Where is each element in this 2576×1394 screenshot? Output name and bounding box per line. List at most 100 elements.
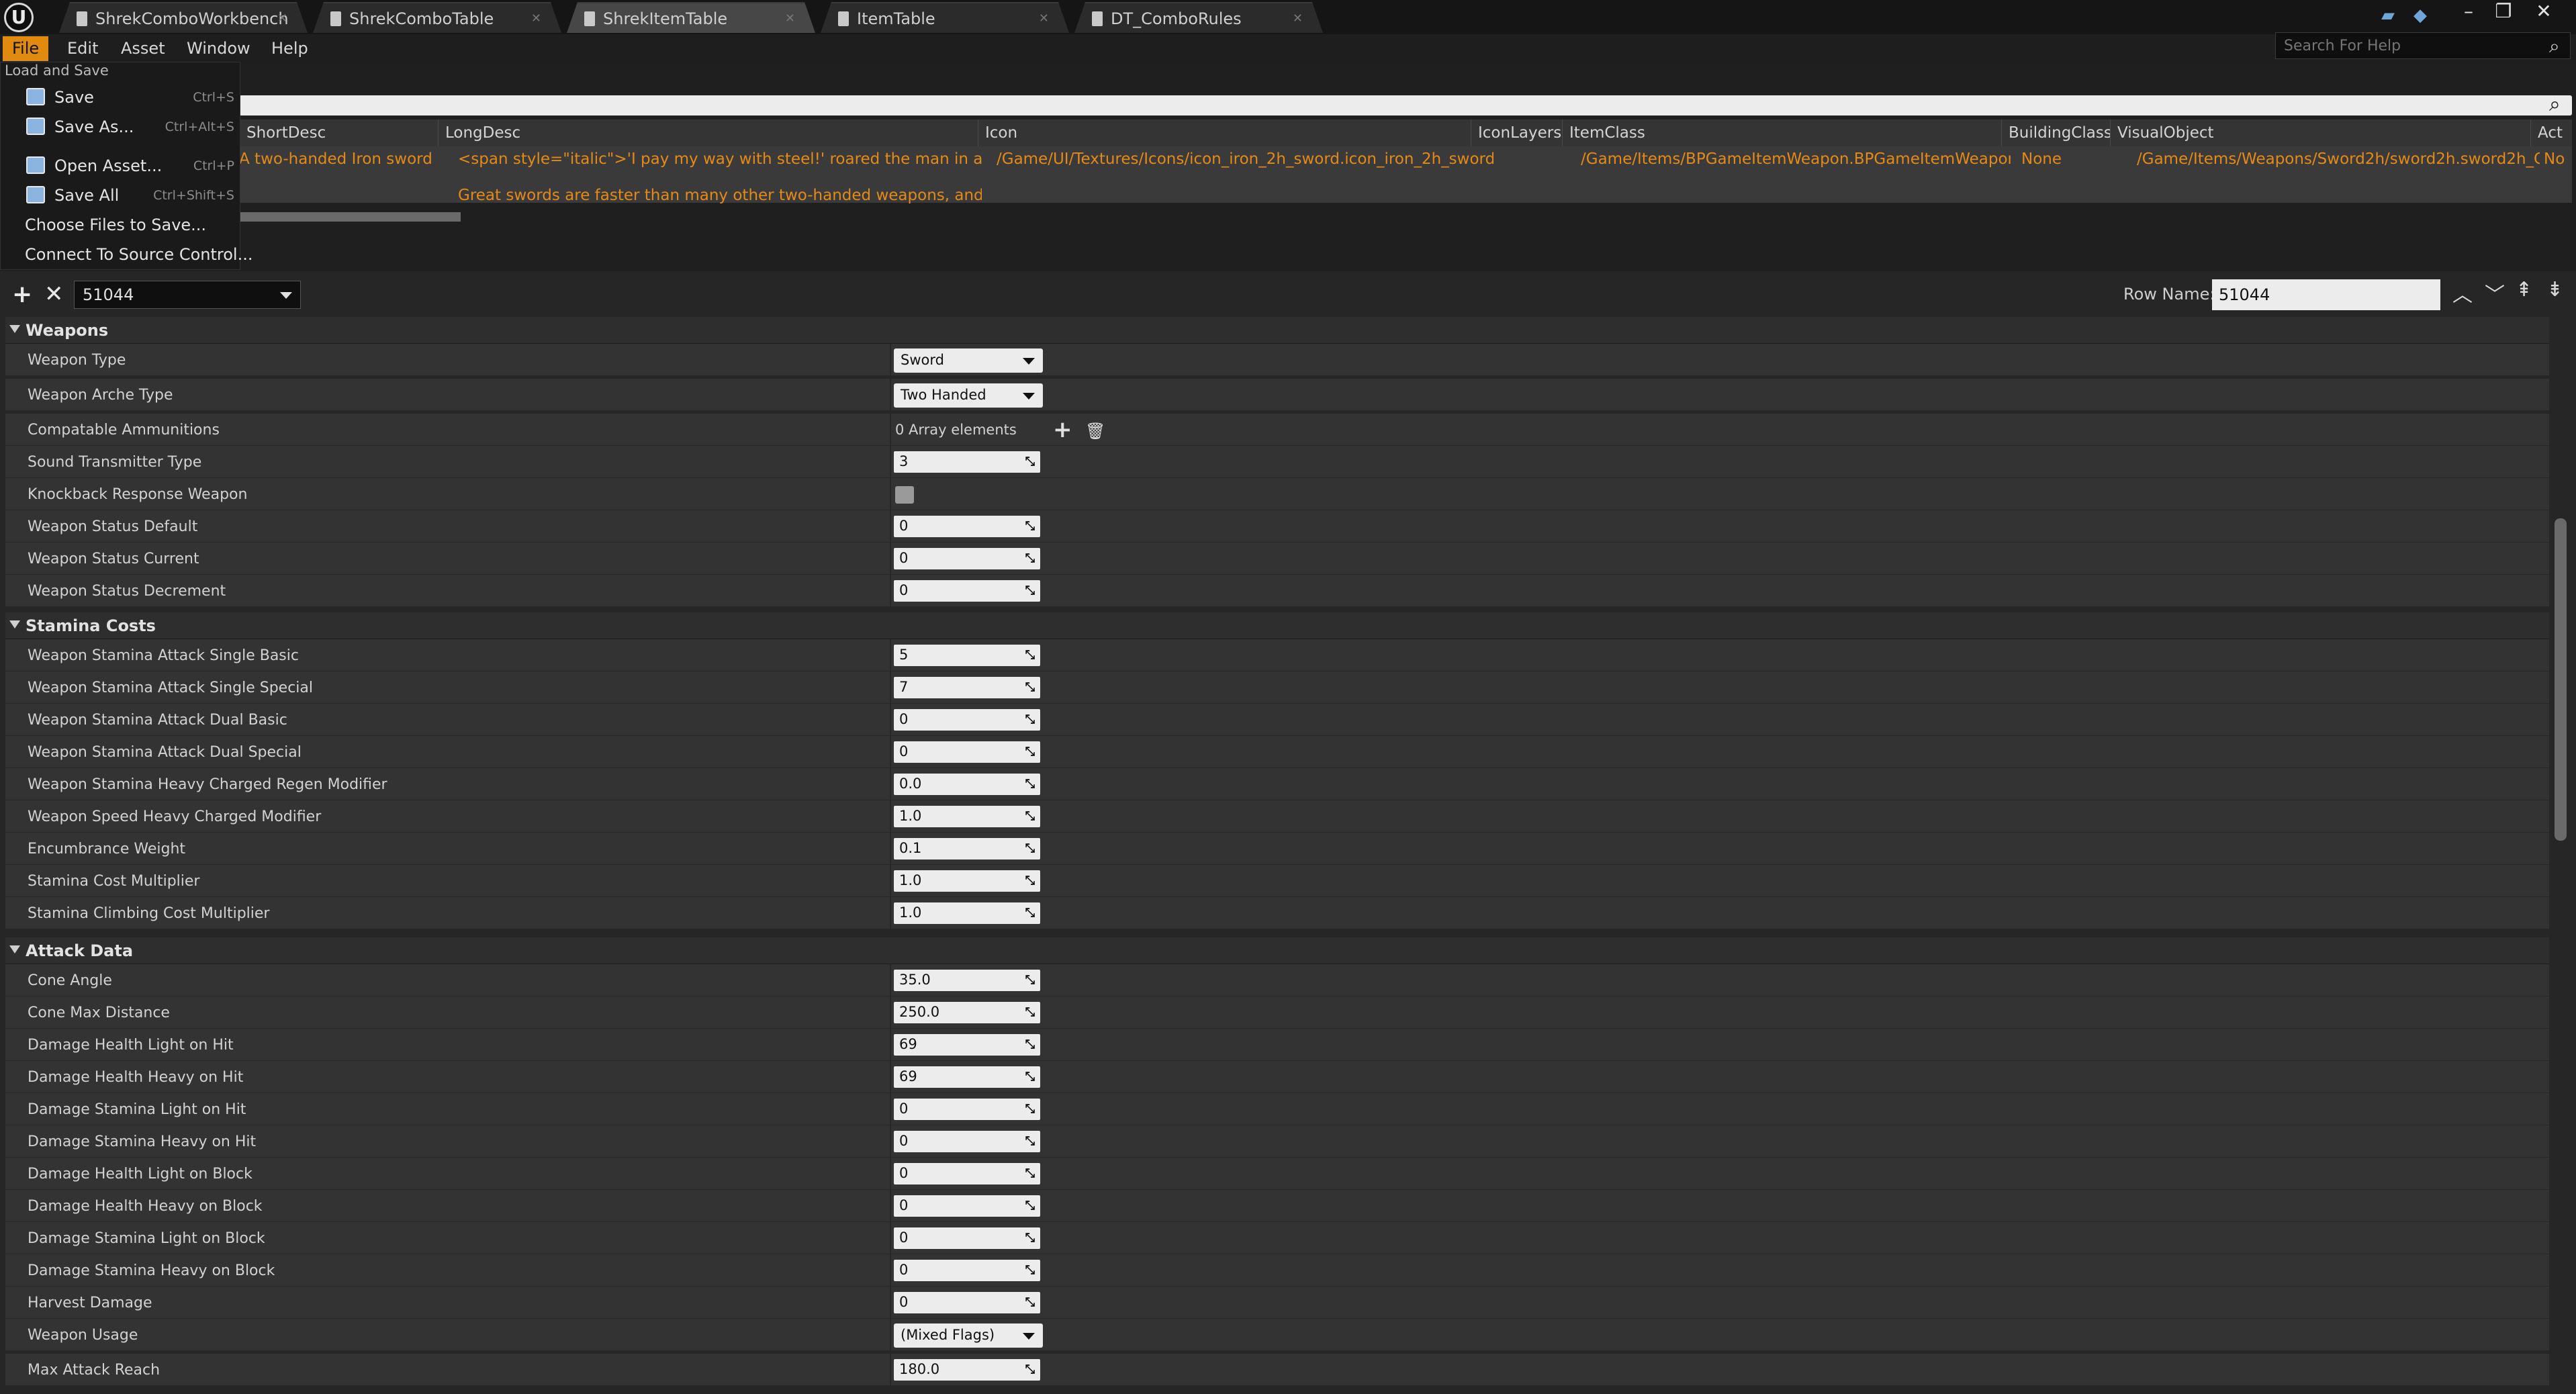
numeric-field[interactable]: 69 ⤡ [894,1066,1040,1088]
column-splitter[interactable] [890,1319,891,1351]
row-name-input[interactable] [2212,279,2440,310]
column-splitter[interactable] [890,1354,891,1386]
tab-shrek-combo-workbench[interactable]: ShrekComboWorkbench ✕ [59,2,308,33]
drag-handle-icon[interactable]: ⤡ [1025,1231,1035,1245]
column-long-desc[interactable]: LongDesc [438,120,978,146]
numeric-field[interactable]: 0 ⤡ [894,1292,1040,1313]
vertical-scrollbar[interactable] [2555,518,2567,841]
column-splitter[interactable] [890,414,891,446]
add-row-button[interactable]: + [12,281,32,308]
minimize-icon[interactable]: – [2455,1,2482,24]
menu-item-save-as[interactable]: Save As... Ctrl+Alt+S [1,113,240,140]
column-splitter[interactable] [890,1029,891,1061]
column-splitter[interactable] [890,575,891,607]
chevron-down-icon[interactable]: ﹀ [2485,278,2505,308]
drag-handle-icon[interactable]: ⤡ [1025,777,1035,791]
table-search-input[interactable] [239,95,2572,115]
drag-handle-icon[interactable]: ⤡ [1025,1070,1035,1084]
menu-edit[interactable]: Edit [58,36,107,61]
numeric-field[interactable]: 0.0 ⤡ [894,774,1040,795]
column-splitter[interactable] [890,1061,891,1093]
learn-cap-icon[interactable]: ◆ [2413,5,2427,26]
close-icon[interactable]: ✕ [1039,11,1049,26]
table-row[interactable]: A two-handed Iron sword <span style="ita… [239,146,2572,204]
drag-handle-icon[interactable]: ⤡ [1025,1295,1035,1309]
column-splitter[interactable] [890,671,891,704]
column-splitter[interactable] [890,865,891,897]
drag-handle-icon[interactable]: ⤡ [1025,906,1035,920]
numeric-field[interactable]: 1.0 ⤡ [894,902,1040,924]
add-element-button[interactable]: + [1053,416,1072,443]
drag-handle-icon[interactable]: ⤡ [1025,1037,1035,1052]
drag-handle-icon[interactable]: ⤡ [1025,874,1035,888]
column-splitter[interactable] [890,1093,891,1125]
drag-handle-icon[interactable]: ⤡ [1025,712,1035,727]
column-splitter[interactable] [890,510,891,543]
numeric-field[interactable]: 7 ⤡ [894,677,1040,698]
drag-handle-icon[interactable]: ⤡ [1025,584,1035,598]
column-splitter[interactable] [890,344,891,376]
menu-file[interactable]: File [3,36,49,61]
numeric-field[interactable]: 0 ⤡ [894,709,1040,731]
column-splitter[interactable] [890,833,891,865]
column-visual-object[interactable]: VisualObject [2110,120,2530,146]
drag-handle-icon[interactable]: ⤡ [1025,648,1035,662]
menu-help[interactable]: Help [262,36,318,61]
numeric-field[interactable]: 0 ⤡ [894,1260,1040,1281]
drag-handle-icon[interactable]: ⤡ [1025,551,1035,565]
close-window-icon[interactable]: ✕ [2530,1,2557,24]
column-splitter[interactable] [890,446,891,478]
tab-dt-combo-rules[interactable]: DT_ComboRules ✕ [1074,2,1323,33]
column-icon-layers[interactable]: IconLayers [1471,120,1562,146]
menu-item-choose-files[interactable]: Choose Files to Save... [1,212,240,238]
column-splitter[interactable] [890,1222,891,1254]
numeric-field[interactable]: 35.0 ⤡ [894,970,1040,991]
drag-handle-icon[interactable]: ⤡ [1025,1362,1035,1377]
trash-icon[interactable]: 🗑 [1085,422,1105,440]
column-splitter[interactable] [890,1125,891,1158]
menu-item-open-asset[interactable]: Open Asset... Ctrl+P [1,152,240,179]
search-icon[interactable]: ⌕ [2549,93,2561,116]
row-selector-dropdown[interactable]: 51044 [74,281,301,309]
numeric-field[interactable]: 0 ⤡ [894,548,1040,569]
column-splitter[interactable] [890,897,891,929]
tab-shrek-item-table[interactable]: ShrekItemTable ✕ [567,2,815,33]
search-icon[interactable]: ⌕ [2549,35,2560,58]
double-chevron-down-icon[interactable]: ⇟ [2546,278,2563,301]
numeric-field[interactable]: 250.0 ⤡ [894,1002,1040,1023]
drag-handle-icon[interactable]: ⤡ [1025,1263,1035,1277]
numeric-field[interactable]: 0.1 ⤡ [894,838,1040,859]
menu-item-save-all[interactable]: Save All Ctrl+Shift+S [1,182,240,209]
knockback-checkbox[interactable] [895,486,914,504]
category-stamina-costs[interactable]: Stamina Costs [5,612,2549,639]
column-splitter[interactable] [890,1158,891,1190]
column-splitter[interactable] [890,478,891,510]
column-item-class[interactable]: ItemClass [1562,120,2001,146]
help-search-input[interactable] [2275,32,2571,59]
drag-handle-icon[interactable]: ⤡ [1025,809,1035,823]
column-splitter[interactable] [890,704,891,736]
column-splitter[interactable] [890,639,891,671]
horizontal-scrollbar[interactable] [239,212,461,222]
restore-icon[interactable]: ❐ [2490,1,2517,24]
column-act[interactable]: Act [2530,120,2572,146]
close-icon[interactable]: ✕ [1293,11,1303,26]
numeric-field[interactable]: 0 ⤡ [894,1195,1040,1217]
menu-window[interactable]: Window [177,36,260,61]
tab-shrek-combo-table[interactable]: ShrekComboTable ✕ [313,2,561,33]
numeric-field[interactable]: 5 ⤡ [894,645,1040,666]
drag-handle-icon[interactable]: ⤡ [1025,745,1035,759]
numeric-field[interactable]: 0 ⤡ [894,1163,1040,1184]
drag-handle-icon[interactable]: ⤡ [1025,1199,1035,1213]
drag-handle-icon[interactable]: ⤡ [1025,519,1035,533]
column-splitter[interactable] [890,1254,891,1287]
column-splitter[interactable] [890,543,891,575]
drag-handle-icon[interactable]: ⤡ [1025,455,1035,469]
numeric-field[interactable]: 1.0 ⤡ [894,806,1040,827]
numeric-field[interactable]: 180.0 ⤡ [894,1359,1040,1381]
numeric-field[interactable]: 0 ⤡ [894,516,1040,537]
numeric-field[interactable]: 0 ⤡ [894,1131,1040,1152]
drag-handle-icon[interactable]: ⤡ [1025,680,1035,694]
drag-handle-icon[interactable]: ⤡ [1025,973,1035,987]
close-icon[interactable]: ✕ [277,11,287,26]
